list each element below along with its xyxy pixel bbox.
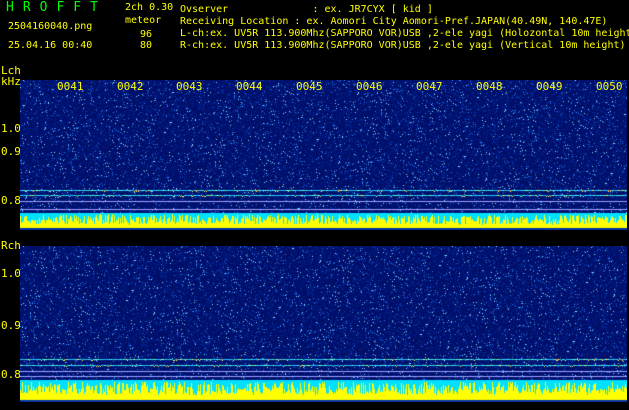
time-label: 0042	[117, 80, 144, 93]
count-r-label: 80	[140, 40, 153, 51]
time-label: 0048	[476, 80, 503, 93]
rch-waterfall	[20, 246, 627, 402]
lch-waterfall	[20, 80, 627, 230]
rch-ytick-1-0: 1.0	[1, 267, 21, 280]
filename-label: 2504160040.png	[8, 21, 93, 32]
observer-line: Ovserver : ex. JR7CYX [ kid ]	[180, 4, 433, 15]
rch-description-line: R-ch:ex. UV5R 113.900Mhz(SAPPORO VOR)USB…	[180, 40, 626, 51]
rch-label: Rch	[1, 239, 21, 252]
lch-ytick-1-0: 1.0	[1, 122, 21, 135]
lch-description-line: L-ch:ex. UV5R 113.900Mhz(SAPPORO VOR)USB…	[180, 28, 629, 39]
time-label: 0045	[296, 80, 323, 93]
time-label: 0044	[236, 80, 263, 93]
rch-spectrogram	[20, 246, 627, 402]
time-label: 0046	[356, 80, 383, 93]
time-label: 0050	[596, 80, 623, 93]
lch-unit-label: kHz	[1, 75, 21, 88]
rch-ytick-0-9: 0.9	[1, 319, 21, 332]
time-label: 0047	[416, 80, 443, 93]
rch-ytick-0-8: 0.8	[1, 368, 21, 381]
lch-spectrogram	[20, 80, 627, 230]
time-label: 0041	[57, 80, 84, 93]
time-label: 0049	[536, 80, 563, 93]
count-l-label: 96	[140, 29, 153, 40]
time-label: 0043	[176, 80, 203, 93]
datetime-label: 25.04.16 00:40	[8, 40, 93, 51]
lch-ytick-0-8: 0.8	[1, 194, 21, 207]
mode-label: meteor	[125, 15, 162, 26]
version-label: 2ch 0.30	[125, 2, 174, 13]
location-line: Receiving Location : ex. Aomori City Aom…	[180, 16, 608, 27]
app-title: HROFFT	[6, 0, 107, 15]
lch-ytick-0-9: 0.9	[1, 145, 21, 158]
